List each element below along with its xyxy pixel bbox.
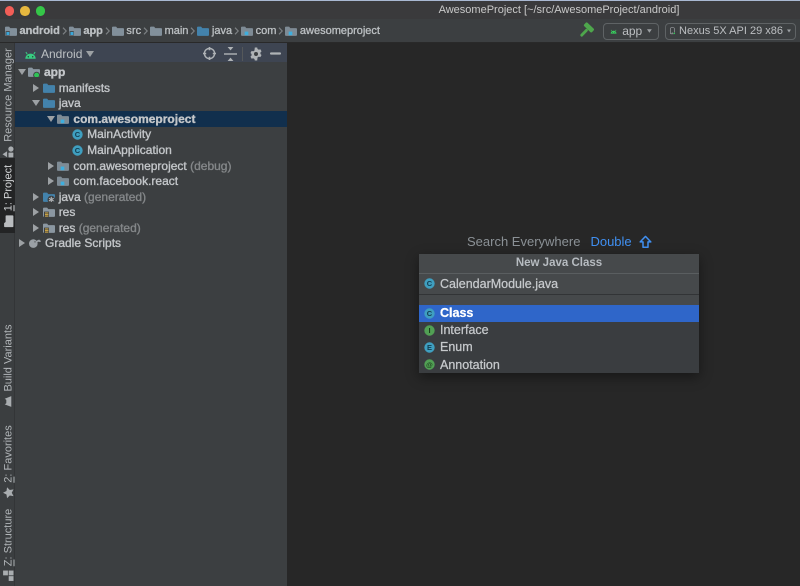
svg-text:C: C <box>75 146 81 155</box>
svg-text:E: E <box>427 343 432 352</box>
svg-text:C: C <box>427 279 433 288</box>
svg-text:@: @ <box>426 362 433 369</box>
svg-text:C: C <box>75 130 81 139</box>
svg-text:C: C <box>427 309 433 318</box>
svg-text:I: I <box>428 326 430 335</box>
